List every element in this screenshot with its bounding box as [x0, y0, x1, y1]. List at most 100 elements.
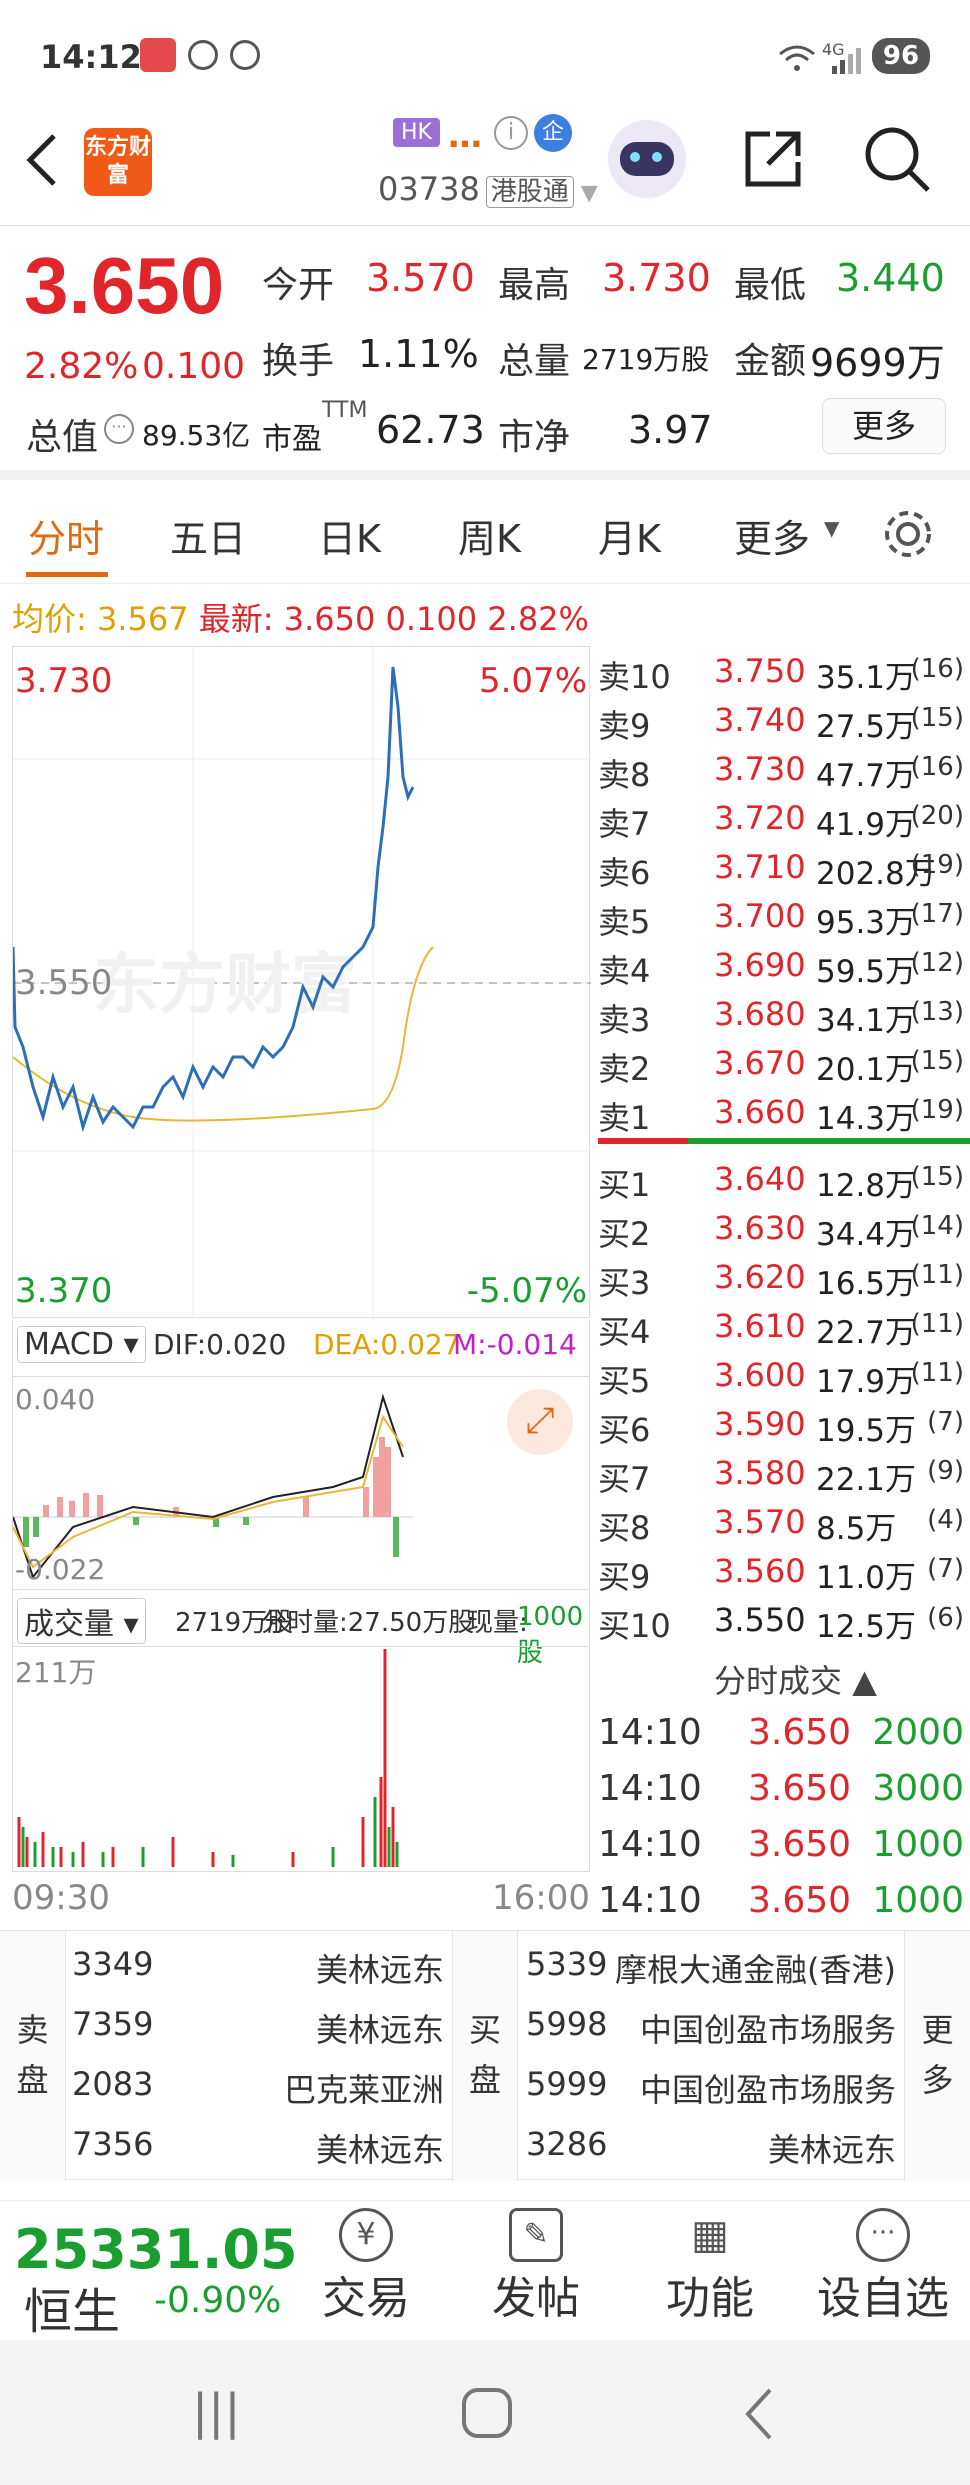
recent-apps-icon[interactable]: ||| — [192, 2384, 241, 2440]
price-line — [13, 666, 415, 1133]
ask-row[interactable]: 卖9 3.740 27.5万 (15) — [598, 695, 970, 745]
index-name[interactable]: 恒生 — [24, 2272, 120, 2342]
ask-row[interactable]: 卖3 3.680 34.1万 (13) — [598, 989, 970, 1039]
ask-price: 3.720 — [714, 799, 806, 837]
ask-price: 3.690 — [714, 946, 806, 984]
more-circle-icon: ··· — [856, 2208, 910, 2262]
ask-row[interactable]: 卖8 3.730 47.7万 (16) — [598, 744, 970, 794]
y-axis-mid: 3.550 — [15, 963, 113, 1003]
buy-broker-row[interactable]: 5999 中国创盈市场服务 — [526, 2065, 896, 2109]
tab-intraday[interactable]: 分时 — [28, 508, 104, 563]
mcap-label: 总值 — [26, 417, 99, 458]
ask-price: 3.670 — [714, 1044, 806, 1082]
buy-broker-row[interactable]: 3286 美林远东 — [526, 2125, 896, 2169]
app-notification-icon — [140, 38, 176, 72]
bid-count: (14) — [910, 1211, 964, 1241]
bid-row[interactable]: 买10 3.550 12.5万 (6) — [598, 1595, 970, 1645]
home-icon[interactable] — [462, 2388, 512, 2438]
ask-row[interactable]: 卖6 3.710 202.8万 (19) — [598, 842, 970, 892]
battery-indicator: 96 — [872, 38, 930, 74]
info-icon[interactable]: i — [494, 116, 528, 150]
ask-price: 3.740 — [714, 701, 806, 739]
broker-id: 5998 — [526, 2005, 608, 2043]
bid-row[interactable]: 买6 3.590 19.5万 (7) — [598, 1399, 970, 1449]
ask-level: 卖1 — [598, 1099, 651, 1137]
more-dots-icon[interactable]: ··· — [104, 414, 134, 444]
settings-gear-icon[interactable] — [878, 504, 938, 564]
intraday-chart[interactable]: 东方财富 3.730 5.07% 3.550 3.370 -5.07% — [12, 646, 591, 1319]
share-icon[interactable] — [740, 126, 806, 192]
tab-weekly-k[interactable]: 周K — [458, 508, 521, 563]
ask-row[interactable]: 卖7 3.720 41.9万 (20) — [598, 793, 970, 843]
market-badge: HK — [393, 118, 440, 147]
buy-broker-row[interactable]: 5998 中国创盈市场服务 — [526, 2005, 896, 2049]
open-value: 3.570 — [366, 256, 475, 300]
sell-broker-row[interactable]: 7356 美林远东 — [72, 2125, 444, 2169]
back-icon[interactable] — [740, 2386, 780, 2442]
bid-price: 3.560 — [714, 1552, 806, 1590]
search-icon[interactable] — [862, 124, 932, 194]
sell-broker-row[interactable]: 7359 美林远东 — [72, 2005, 444, 2049]
bid-price: 3.630 — [714, 1209, 806, 1247]
add-watchlist-button[interactable]: ··· 设自选 — [806, 2208, 960, 2326]
trade-button[interactable]: ¥ 交易 — [310, 2208, 422, 2326]
broker-more-button[interactable]: 更多 — [904, 1931, 970, 2181]
volume-chart[interactable]: 211万 — [12, 1646, 590, 1872]
tab-monthly-k[interactable]: 月K — [598, 508, 661, 563]
ask-level: 卖4 — [598, 952, 651, 990]
bid-volume: 11.0万 — [816, 1560, 917, 1596]
broker-id: 3286 — [526, 2125, 608, 2163]
bid-row[interactable]: 买1 3.640 12.8万 (15) — [598, 1154, 970, 1204]
volume-label: 总量 — [498, 341, 571, 382]
macd-chart[interactable]: 0.040 -0.022 ⤢ — [12, 1376, 590, 1590]
tick-time: 14:10 — [598, 1768, 702, 1809]
bid-row[interactable]: 买7 3.580 22.1万 (9) — [598, 1448, 970, 1498]
sell-broker-row[interactable]: 3349 美林远东 — [72, 1945, 444, 1989]
bid-row[interactable]: 买5 3.600 17.9万 (11) — [598, 1350, 970, 1400]
macd-bottom-value: -0.022 — [15, 1553, 106, 1586]
tick-time: 14:10 — [598, 1880, 702, 1921]
bid-row[interactable]: 买4 3.610 22.7万 (11) — [598, 1301, 970, 1351]
app-logo[interactable]: 东方财富 — [84, 128, 152, 196]
ask-level: 卖2 — [598, 1050, 651, 1088]
broker-name: 美林远东 — [767, 2131, 896, 2169]
volume-selector[interactable]: 成交量 ▾ — [17, 1598, 146, 1644]
bid-row[interactable]: 买3 3.620 16.5万 (11) — [598, 1252, 970, 1302]
sell-broker-row[interactable]: 2083 巴克莱亚洲 — [72, 2065, 444, 2109]
y-axis-top-pct: 5.07% — [478, 661, 587, 701]
bid-row[interactable]: 买8 3.570 8.5万 (4) — [598, 1497, 970, 1547]
post-button[interactable]: ✎ 发帖 — [480, 2208, 592, 2326]
expand-icon[interactable]: ⤢ — [507, 1389, 573, 1455]
macd-selector[interactable]: MACD ▾ — [17, 1326, 146, 1363]
ask-row[interactable]: 卖4 3.690 59.5万 (12) — [598, 940, 970, 990]
ask-count: (19) — [910, 1095, 964, 1125]
bid-row[interactable]: 买2 3.630 34.4万 (14) — [598, 1203, 970, 1253]
amount-value: 9699万 — [810, 341, 945, 385]
bid-level: 买9 — [598, 1558, 651, 1596]
ask-price: 3.710 — [714, 848, 806, 886]
tab-more[interactable]: 更多 — [734, 508, 810, 563]
buy-broker-row[interactable]: 5339 摩根大通金融(香港) — [526, 1945, 896, 1989]
ask-volume: 95.3万 — [816, 905, 917, 941]
bid-row[interactable]: 买9 3.560 11.0万 (7) — [598, 1546, 970, 1596]
ask-row[interactable]: 卖2 3.670 20.1万 (15) — [598, 1038, 970, 1088]
ask-row[interactable]: 卖1 3.660 14.3万 (19) — [598, 1087, 970, 1137]
assistant-avatar[interactable] — [608, 120, 686, 198]
bid-count: (15) — [910, 1162, 964, 1192]
back-arrow-icon[interactable] — [20, 130, 64, 190]
ask-row[interactable]: 卖10 3.750 35.1万 (16) — [598, 646, 970, 696]
ask-volume: 34.1万 — [816, 1003, 917, 1039]
quote-more-button[interactable]: 更多 — [822, 398, 946, 454]
tab-daily-k[interactable]: 日K — [318, 508, 381, 563]
last-change: 0.100 — [385, 600, 478, 638]
bid-count: (6) — [927, 1603, 964, 1633]
tick-price: 3.650 — [748, 1824, 852, 1865]
stock-code[interactable]: 03738 港股通 ▼ — [378, 170, 598, 208]
ticks-title[interactable]: 分时成交 ▲ — [714, 1656, 877, 1702]
ask-row[interactable]: 卖5 3.700 95.3万 (17) — [598, 891, 970, 941]
function-button[interactable]: ▦ 功能 — [654, 2208, 766, 2326]
ask-price: 3.730 — [714, 750, 806, 788]
bid-volume: 22.1万 — [816, 1462, 917, 1498]
tab-five-day[interactable]: 五日 — [170, 508, 246, 563]
ask-volume: 35.1万 — [816, 660, 917, 696]
